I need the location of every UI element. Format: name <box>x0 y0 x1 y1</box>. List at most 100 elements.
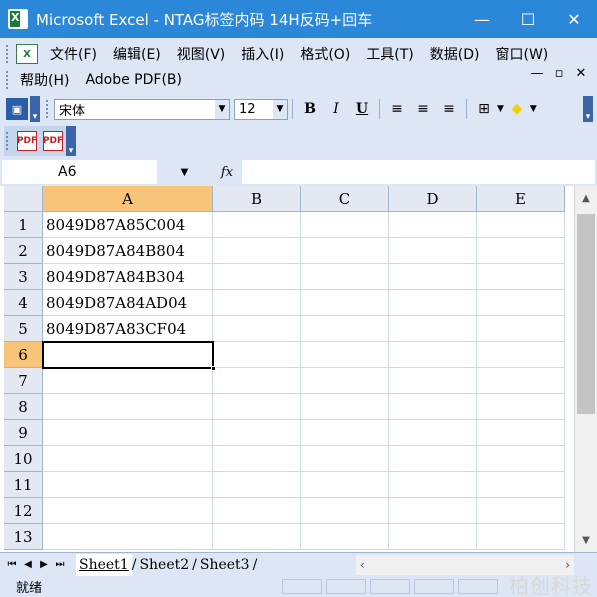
cell-c11[interactable] <box>301 472 389 498</box>
cell-c1[interactable] <box>301 212 389 238</box>
cell-e2[interactable] <box>477 238 565 264</box>
toolbar-options-chevron-icon[interactable]: ▾ <box>583 96 593 122</box>
menu-help[interactable]: 帮助(H) <box>16 70 77 90</box>
cell-e11[interactable] <box>477 472 565 498</box>
menu-adobe-pdf[interactable]: Adobe PDF(B) <box>77 72 190 88</box>
bold-button[interactable]: B <box>299 98 321 120</box>
row-header[interactable]: 12 <box>4 498 43 524</box>
toolbar-grip-icon[interactable] <box>46 100 50 118</box>
adobe-pdf-icon[interactable]: PDF <box>17 131 37 151</box>
cell-e13[interactable] <box>477 524 565 550</box>
next-sheet-icon[interactable]: ▶ <box>36 559 52 570</box>
insert-function-icon[interactable]: fx <box>212 165 242 180</box>
row-header[interactable]: 4 <box>4 290 43 316</box>
chevron-down-icon[interactable]: ▼ <box>273 99 287 119</box>
cell-e6[interactable] <box>477 342 565 368</box>
toolbar-options-chevron-icon[interactable]: ▾ <box>66 126 76 156</box>
chevron-down-icon[interactable]: ▼ <box>530 104 537 114</box>
menu-insert[interactable]: 插入(I) <box>233 44 292 64</box>
toolbar-grip-icon[interactable] <box>6 132 10 150</box>
workbook-restore-button[interactable]: ▫ <box>549 66 569 81</box>
row-header[interactable]: 3 <box>4 264 43 290</box>
row-header[interactable]: 9 <box>4 420 43 446</box>
cell-c9[interactable] <box>301 420 389 446</box>
row-header[interactable]: 1 <box>4 212 43 238</box>
cell-a5[interactable]: 8049D87A83CF04 <box>43 316 213 342</box>
cell-e5[interactable] <box>477 316 565 342</box>
toolbar-grip-icon[interactable] <box>6 45 10 63</box>
cell-b4[interactable] <box>213 290 301 316</box>
row-header[interactable]: 7 <box>4 368 43 394</box>
row-header[interactable]: 5 <box>4 316 43 342</box>
row-header[interactable]: 2 <box>4 238 43 264</box>
borders-icon[interactable]: ⊞ <box>473 98 495 120</box>
cell-c7[interactable] <box>301 368 389 394</box>
cell-c4[interactable] <box>301 290 389 316</box>
cell-d8[interactable] <box>389 394 477 420</box>
cell-b10[interactable] <box>213 446 301 472</box>
cell-b11[interactable] <box>213 472 301 498</box>
italic-button[interactable]: I <box>325 98 347 120</box>
first-sheet-icon[interactable]: ⏮ <box>4 559 20 570</box>
sheet-tab-3[interactable]: Sheet3 <box>197 554 253 576</box>
select-all-corner[interactable] <box>4 186 43 212</box>
cell-d4[interactable] <box>389 290 477 316</box>
name-box[interactable]: A6 <box>2 160 157 184</box>
cell-d11[interactable] <box>389 472 477 498</box>
row-header[interactable]: 11 <box>4 472 43 498</box>
cell-d10[interactable] <box>389 446 477 472</box>
cell-e7[interactable] <box>477 368 565 394</box>
row-header[interactable]: 8 <box>4 394 43 420</box>
cell-d1[interactable] <box>389 212 477 238</box>
cell-c8[interactable] <box>301 394 389 420</box>
scroll-left-icon[interactable]: ‹ <box>360 558 365 572</box>
cell-a13[interactable] <box>43 524 213 550</box>
cell-d7[interactable] <box>389 368 477 394</box>
cell-c13[interactable] <box>301 524 389 550</box>
cell-b3[interactable] <box>213 264 301 290</box>
cell-d13[interactable] <box>389 524 477 550</box>
font-name-select[interactable]: 宋体 ▼ <box>54 98 230 120</box>
row-header[interactable]: 10 <box>4 446 43 472</box>
menu-tools[interactable]: 工具(T) <box>358 44 421 64</box>
column-header-e[interactable]: E <box>477 186 565 212</box>
cell-b8[interactable] <box>213 394 301 420</box>
column-header-b[interactable]: B <box>213 186 301 212</box>
cell-a10[interactable] <box>43 446 213 472</box>
cell-a3[interactable]: 8049D87A84B304 <box>43 264 213 290</box>
cell-e4[interactable] <box>477 290 565 316</box>
align-left-icon[interactable]: ≡ <box>386 98 408 120</box>
chevron-down-icon[interactable]: ▼ <box>497 104 504 114</box>
fill-handle[interactable] <box>211 366 216 371</box>
minimize-button[interactable]: — <box>459 0 505 38</box>
menu-format[interactable]: 格式(O) <box>292 44 358 64</box>
scroll-down-icon[interactable]: ▼ <box>575 528 597 552</box>
menu-window[interactable]: 窗口(W) <box>488 44 557 64</box>
close-button[interactable]: ✕ <box>551 0 597 38</box>
column-header-d[interactable]: D <box>389 186 477 212</box>
column-header-c[interactable]: C <box>301 186 389 212</box>
cell-b5[interactable] <box>213 316 301 342</box>
row-header[interactable]: 6 <box>4 342 43 368</box>
cell-e8[interactable] <box>477 394 565 420</box>
cell-d12[interactable] <box>389 498 477 524</box>
scroll-up-icon[interactable]: ▲ <box>575 186 597 210</box>
cell-d9[interactable] <box>389 420 477 446</box>
cell-a11[interactable] <box>43 472 213 498</box>
cell-e9[interactable] <box>477 420 565 446</box>
cell-c2[interactable] <box>301 238 389 264</box>
cell-a9[interactable] <box>43 420 213 446</box>
toolbar-options-chevron-icon[interactable]: ▾ <box>30 96 40 122</box>
cell-b6[interactable] <box>213 342 301 368</box>
scrollbar-thumb[interactable] <box>577 214 595 414</box>
cell-c5[interactable] <box>301 316 389 342</box>
toolbar-grip-icon[interactable] <box>6 71 10 89</box>
maximize-button[interactable]: ☐ <box>505 0 551 38</box>
cell-a1[interactable]: 8049D87A85C004 <box>43 212 213 238</box>
vertical-scrollbar[interactable]: ▲ ▼ <box>574 186 597 552</box>
menu-view[interactable]: 视图(V) <box>169 44 234 64</box>
column-header-a[interactable]: A <box>43 186 213 212</box>
menu-data[interactable]: 数据(D) <box>422 44 488 64</box>
cell-a8[interactable] <box>43 394 213 420</box>
cell-c3[interactable] <box>301 264 389 290</box>
